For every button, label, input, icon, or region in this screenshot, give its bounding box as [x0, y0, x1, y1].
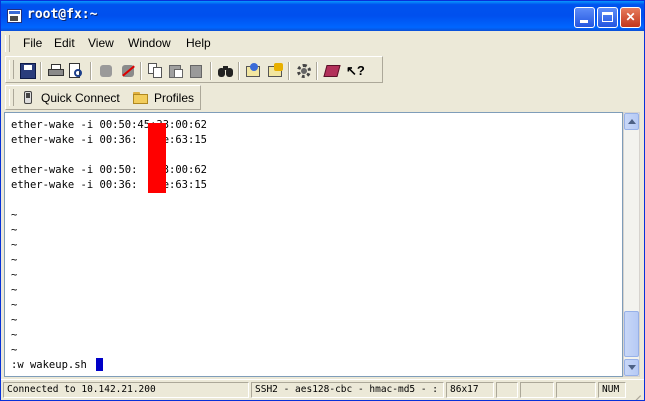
menu-help[interactable]: Help — [186, 36, 211, 50]
status-pane-blank — [556, 382, 596, 398]
close-button[interactable]: ✕ — [620, 7, 641, 28]
paste-icon[interactable] — [168, 63, 184, 79]
toolbar-separator — [316, 62, 318, 80]
menubar-grip[interactable] — [5, 35, 10, 52]
save-icon[interactable] — [20, 63, 36, 79]
connect-band: Quick Connect Profiles — [5, 85, 201, 110]
disconnect-icon[interactable] — [120, 63, 136, 79]
scroll-down-button[interactable] — [624, 359, 639, 376]
menu-edit[interactable]: Edit — [54, 36, 75, 50]
window-title: root@fx:~ — [27, 7, 98, 22]
menu-view[interactable]: View — [88, 36, 114, 50]
terminal-line: ether-wake -i 00:36: :fe:63:15 — [11, 134, 207, 146]
terminal-line: ~ — [11, 329, 18, 341]
menu-help-label: Help — [186, 36, 211, 50]
terminal-output[interactable]: ether-wake -i 00:50:45:33:00:62 ether-wa… — [4, 112, 623, 377]
status-terminal-size: 86x17 — [446, 382, 494, 398]
terminal-line: ~ — [11, 239, 18, 251]
print-icon[interactable] — [48, 63, 64, 79]
toolbar-separator — [288, 62, 290, 80]
book-icon[interactable] — [323, 63, 341, 79]
minimize-button[interactable] — [574, 7, 595, 28]
settings2-icon[interactable] — [268, 63, 284, 79]
copy-icon[interactable] — [148, 63, 164, 79]
toolbar-grip[interactable] — [9, 60, 14, 79]
terminal-line: ether-wake -i 00:50: :33:00:62 — [11, 164, 207, 176]
settings-icon[interactable] — [246, 63, 262, 79]
status-num-lock: NUM — [598, 382, 626, 398]
securecrt-app-icon[interactable] — [7, 9, 22, 23]
scrollbar-thumb[interactable] — [624, 311, 639, 357]
terminal-window: root@fx:~ ✕ File Edit View Window Help ↖… — [0, 0, 645, 401]
status-connection: Connected to 10.142.21.200 — [3, 382, 249, 398]
toolbar-band: ↖? — [5, 56, 383, 83]
scroll-up-button[interactable] — [624, 113, 639, 130]
status-bar: Connected to 10.142.21.200 SSH2 - aes128… — [1, 379, 644, 400]
terminal-line: ~ — [11, 314, 18, 326]
terminal-line: ~ — [11, 269, 18, 281]
toolbar: ↖? — [1, 55, 644, 84]
terminal-line: ether-wake -i 00:50:45:33:00:62 — [11, 119, 207, 131]
toolbar-separator — [140, 62, 142, 80]
menu-edit-label: Edit — [54, 36, 75, 50]
terminal-line: ~ — [11, 284, 18, 296]
print-preview-icon[interactable] — [68, 63, 84, 79]
connect-bar: Quick Connect Profiles — [1, 84, 644, 111]
status-cipher: SSH2 - aes128-cbc - hmac-md5 - : — [251, 382, 444, 398]
maximize-icon — [602, 12, 613, 22]
status-pane-blank — [520, 382, 554, 398]
profiles-button[interactable]: Profiles — [154, 91, 194, 105]
maximize-button[interactable] — [597, 7, 618, 28]
connect-icon[interactable] — [98, 63, 114, 79]
quick-connect-icon[interactable] — [21, 90, 37, 106]
terminal-line: ~ — [11, 254, 18, 266]
toolbar-separator — [90, 62, 92, 80]
menu-window[interactable]: Window — [128, 36, 171, 50]
menu-window-label: Window — [128, 36, 171, 50]
resize-grip-icon[interactable] — [629, 384, 641, 400]
gear-icon[interactable] — [296, 63, 312, 79]
terminal-line: ether-wake -i 00:36: :fe:63:15 — [11, 179, 207, 191]
profiles-folder-icon[interactable] — [133, 92, 148, 104]
connect-bar-grip[interactable] — [9, 89, 14, 106]
redaction-block — [148, 123, 166, 193]
toolbar-separator — [210, 62, 212, 80]
terminal-cursor — [96, 358, 103, 371]
menu-bar: File Edit View Window Help — [1, 32, 644, 55]
find-icon[interactable] — [218, 63, 234, 79]
quick-connect-button[interactable]: Quick Connect — [41, 91, 120, 105]
title-bar[interactable]: root@fx:~ ✕ — [1, 1, 644, 31]
terminal-line: ~ — [11, 344, 18, 356]
help-pointer-icon[interactable]: ↖? — [346, 63, 365, 79]
menu-file-label: File — [23, 36, 43, 50]
terminal-line: ~ — [11, 299, 18, 311]
menu-view-label: View — [88, 36, 114, 50]
clipboard-icon[interactable] — [188, 63, 204, 79]
minimize-icon — [580, 20, 588, 23]
toolbar-separator — [40, 62, 42, 80]
arrow-up-icon — [628, 119, 636, 124]
status-pane-blank — [496, 382, 518, 398]
vim-command-line: :w wakeup.sh — [11, 359, 87, 371]
menu-file[interactable]: File — [23, 36, 42, 50]
close-icon: ✕ — [625, 10, 636, 24]
vertical-scrollbar[interactable] — [623, 112, 640, 377]
terminal-line: ~ — [11, 224, 18, 236]
terminal-line: ~ — [11, 209, 18, 221]
arrow-down-icon — [628, 365, 636, 370]
toolbar-separator — [238, 62, 240, 80]
